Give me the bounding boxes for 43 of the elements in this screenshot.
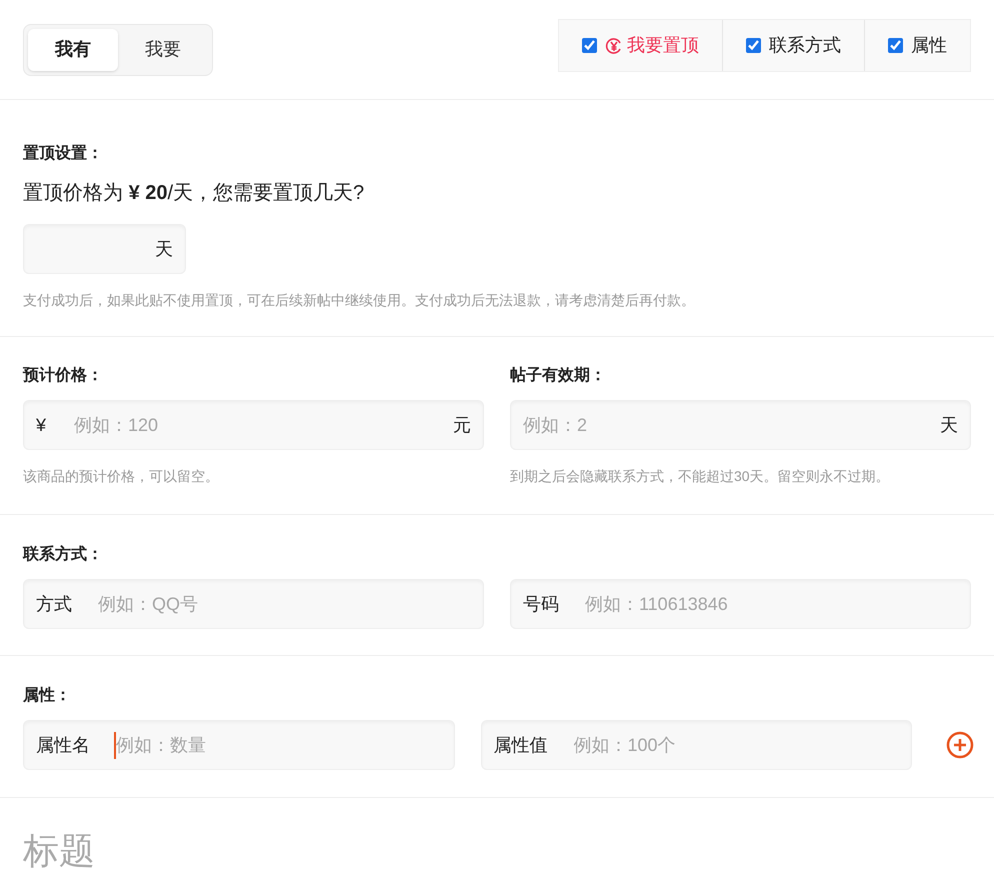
field-label: 属性名: [36, 734, 90, 756]
checkbox[interactable]: [582, 38, 597, 53]
option-toggle[interactable]: 联系方式: [722, 20, 864, 71]
text-field[interactable]: 号码 例如：110613846: [510, 579, 971, 629]
option-toggle[interactable]: 属性: [864, 20, 970, 71]
unit-label: 天: [155, 238, 173, 260]
option-label: 属性: [911, 34, 947, 57]
yen-coin-icon: [605, 36, 623, 54]
input-field[interactable]: 例如：100个: [572, 732, 899, 758]
input-field[interactable]: 例如：数量: [114, 732, 442, 758]
field-label: 属性值: [494, 734, 548, 756]
field-label: 号码: [523, 592, 559, 616]
price-input[interactable]: 例如：120: [74, 412, 453, 438]
input-field[interactable]: 例如：QQ号: [96, 590, 471, 618]
help-text: 该商品的预计价格，可以留空。: [23, 467, 220, 486]
section-heading: 预计价格：: [23, 366, 104, 386]
currency-label: ¥: [36, 414, 46, 436]
text-field[interactable]: 属性名 例如：数量: [23, 720, 454, 770]
checkbox[interactable]: [888, 38, 903, 53]
unit-label: 元: [453, 414, 471, 436]
input-field[interactable]: 例如：110613846: [583, 590, 958, 618]
price-field[interactable]: ¥ 例如：120 元: [23, 400, 484, 450]
section-heading: 帖子有效期：: [510, 366, 607, 386]
field-label: 方式: [36, 592, 72, 616]
validity-field[interactable]: 例如：2 天: [510, 400, 971, 450]
help-text: 支付成功后，如果此贴不使用置顶，可在后续新帖中继续使用。支付成功后无法退款，请考虑清楚后再付款。: [23, 291, 696, 310]
section-heading: 置顶设置：: [23, 144, 104, 164]
mode-tab[interactable]: 我要: [118, 28, 208, 70]
pin-price-question: 置顶价格为 ¥ 20/天，您需要置顶几天?: [23, 181, 366, 206]
option-label: 我要置顶: [627, 34, 699, 57]
validity-input[interactable]: 例如：2: [523, 412, 940, 438]
section-heading: 联系方式：: [23, 544, 104, 565]
help-text: 到期之后会隐藏联系方式，不能超过30天。留空则永不过期。: [510, 467, 891, 486]
section-heading: 属性：: [23, 686, 72, 706]
option-label: 联系方式: [769, 34, 841, 57]
option-toggle[interactable]: 我要置顶: [559, 20, 722, 71]
text-field[interactable]: 属性值 例如：100个: [480, 720, 912, 770]
text-field[interactable]: 方式 例如：QQ号: [23, 579, 484, 629]
unit-label: 天: [940, 414, 958, 436]
add-icon[interactable]: [946, 731, 974, 759]
mode-tab[interactable]: 我有: [28, 28, 118, 70]
days-field[interactable]: 天: [23, 224, 186, 274]
checkbox[interactable]: [746, 38, 761, 53]
